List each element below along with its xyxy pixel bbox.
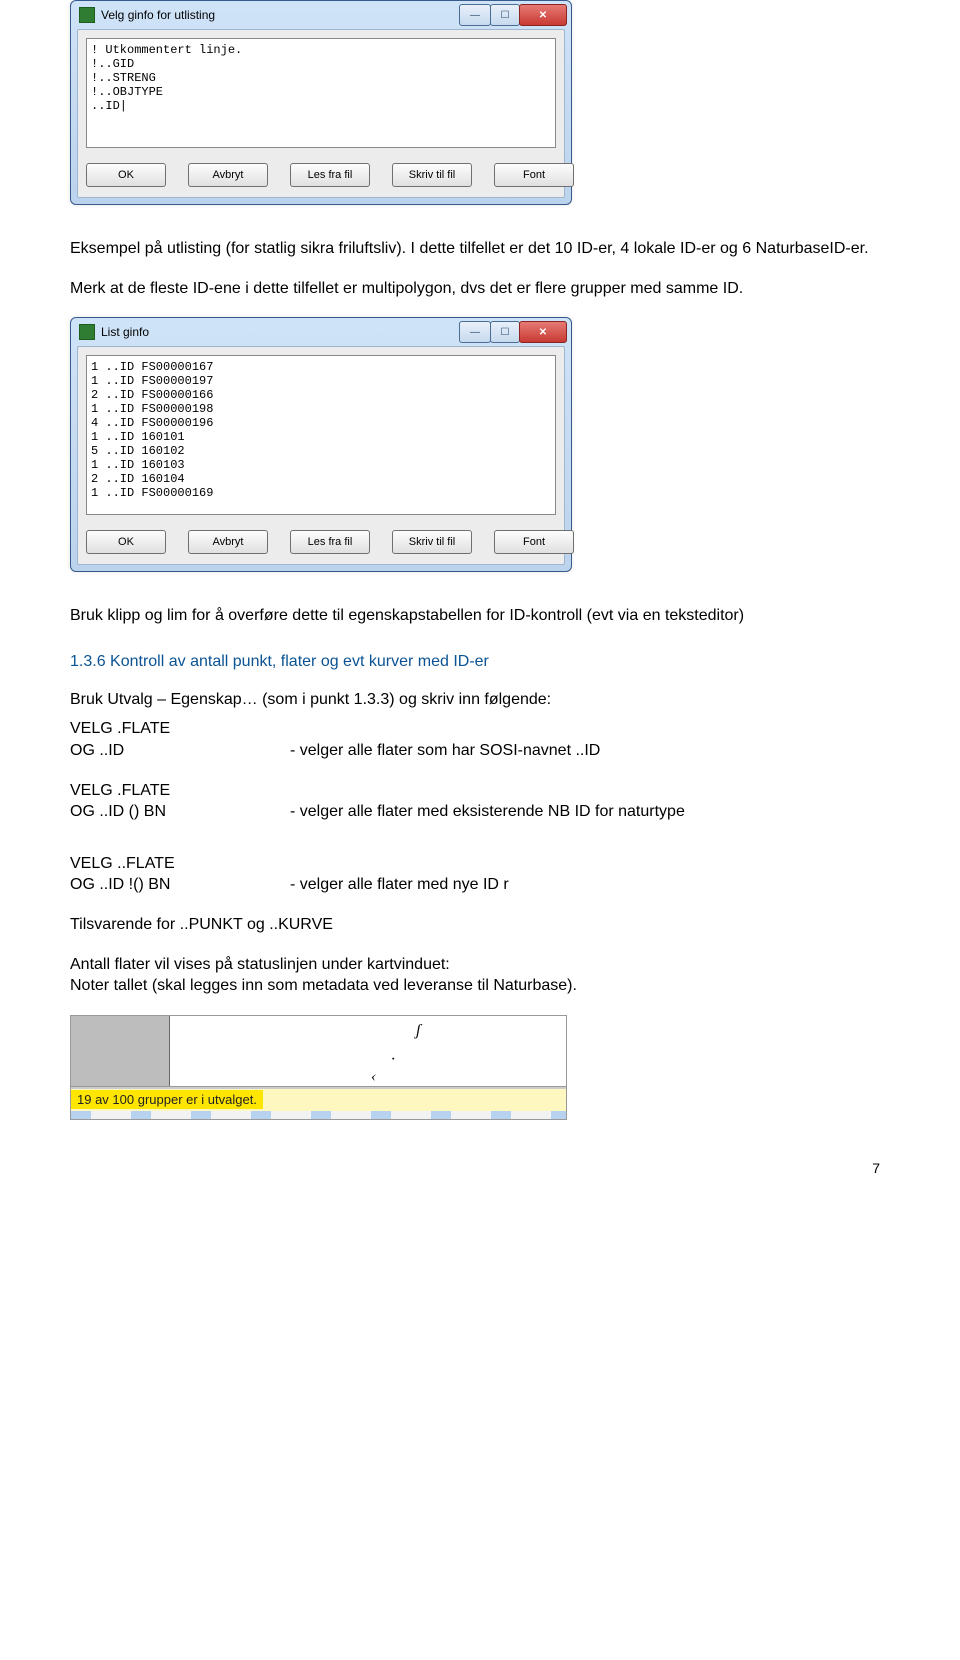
window-title: Velg ginfo for utlisting: [101, 8, 460, 22]
app-icon: [79, 7, 95, 23]
cmd-left: OG ..ID: [70, 740, 290, 762]
cmd-left: OG ..ID () BN: [70, 801, 290, 823]
statusbar-screenshot: ʃ · ‹ 19 av 100 grupper er i utvalget.: [70, 1015, 567, 1120]
page-number: 7: [70, 1160, 890, 1176]
map-mark: ‹: [371, 1068, 376, 1086]
dialog-list-ginfo: List ginfo — ☐ ✕ OK Avbryt Les fra fil S…: [70, 317, 572, 572]
skriv-til-fil-button[interactable]: Skriv til fil: [392, 163, 472, 187]
cmd-desc: - velger alle flater med nye ID r: [290, 874, 509, 896]
statusbar-text: 19 av 100 grupper er i utvalget.: [71, 1090, 263, 1109]
les-fra-fil-button[interactable]: Les fra fil: [290, 163, 370, 187]
titlebar[interactable]: List ginfo — ☐ ✕: [71, 318, 571, 346]
body-text: Eksempel på utlisting (for statlig sikra…: [70, 238, 890, 260]
ginfo-list-textarea[interactable]: [86, 355, 556, 515]
ok-button[interactable]: OK: [86, 163, 166, 187]
command-block: VELG .FLATE OG ..ID - velger alle flater…: [70, 718, 890, 761]
minimize-button[interactable]: —: [459, 321, 491, 343]
body-text: Antall flater vil vises på statuslinjen …: [70, 954, 890, 976]
statusbar-bottom-strip: [71, 1111, 566, 1119]
cmd-line: VELG ..FLATE: [70, 853, 890, 875]
close-button[interactable]: ✕: [519, 321, 567, 343]
body-text: Bruk Utvalg – Egenskap… (som i punkt 1.3…: [70, 689, 890, 711]
cmd-left: OG ..ID !() BN: [70, 874, 290, 896]
avbryt-button[interactable]: Avbryt: [188, 163, 268, 187]
close-button[interactable]: ✕: [519, 4, 567, 26]
cmd-line: VELG .FLATE: [70, 718, 890, 740]
map-mark: ʃ: [416, 1022, 421, 1040]
titlebar[interactable]: Velg ginfo for utlisting — ☐ ✕: [71, 1, 571, 29]
map-grey-area: [71, 1016, 170, 1086]
avbryt-button[interactable]: Avbryt: [188, 530, 268, 554]
cmd-desc: - velger alle flater med eksisterende NB…: [290, 801, 685, 823]
ginfo-textarea[interactable]: [86, 38, 556, 148]
maximize-button[interactable]: ☐: [490, 4, 520, 26]
body-text: Noter tallet (skal legges inn som metada…: [70, 975, 890, 997]
skriv-til-fil-button[interactable]: Skriv til fil: [392, 530, 472, 554]
body-text: Bruk klipp og lim for å overføre dette t…: [70, 605, 890, 627]
section-heading: 1.3.6 Kontroll av antall punkt, flater o…: [70, 653, 890, 671]
body-text: Merk at de fleste ID-ene i dette tilfell…: [70, 278, 890, 300]
ok-button[interactable]: OK: [86, 530, 166, 554]
cmd-desc: - velger alle flater som har SOSI-navnet…: [290, 740, 600, 762]
maximize-button[interactable]: ☐: [490, 321, 520, 343]
window-title: List ginfo: [101, 325, 460, 339]
map-mark: ·: [391, 1051, 395, 1069]
command-block: VELG .FLATE OG ..ID () BN - velger alle …: [70, 780, 890, 823]
minimize-button[interactable]: —: [459, 4, 491, 26]
font-button[interactable]: Font: [494, 163, 574, 187]
font-button[interactable]: Font: [494, 530, 574, 554]
dialog-velg-ginfo: Velg ginfo for utlisting — ☐ ✕ OK Avbryt…: [70, 0, 572, 205]
body-text: Tilsvarende for ..PUNKT og ..KURVE: [70, 914, 890, 936]
command-block: VELG ..FLATE OG ..ID !() BN - velger all…: [70, 853, 890, 896]
cmd-line: VELG .FLATE: [70, 780, 890, 802]
les-fra-fil-button[interactable]: Les fra fil: [290, 530, 370, 554]
app-icon: [79, 324, 95, 340]
